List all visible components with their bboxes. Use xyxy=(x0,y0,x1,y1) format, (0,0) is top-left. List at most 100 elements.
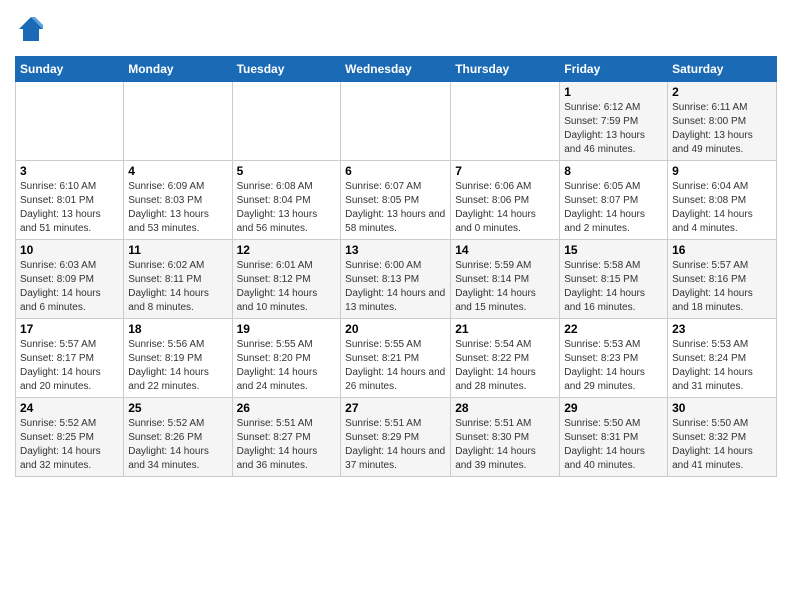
day-info: Sunrise: 6:03 AM Sunset: 8:09 PM Dayligh… xyxy=(20,259,119,315)
calendar-cell: 3 Sunrise: 6:10 AM Sunset: 8:01 PM Daylig… xyxy=(16,160,124,239)
day-number: 7 xyxy=(455,164,555,178)
calendar-cell xyxy=(451,81,560,160)
calendar-cell: 4 Sunrise: 6:09 AM Sunset: 8:03 PM Daylig… xyxy=(124,160,232,239)
day-number: 10 xyxy=(20,243,119,257)
calendar-cell: 9 Sunrise: 6:04 AM Sunset: 8:08 PM Daylig… xyxy=(668,160,777,239)
day-number: 13 xyxy=(345,243,446,257)
day-number: 12 xyxy=(237,243,337,257)
day-number: 20 xyxy=(345,322,446,336)
day-info: Sunrise: 5:52 AM Sunset: 8:25 PM Dayligh… xyxy=(20,417,119,473)
day-number: 19 xyxy=(237,322,337,336)
calendar-cell: 29 Sunrise: 5:50 AM Sunset: 8:31 PM Dayli… xyxy=(560,397,668,476)
day-info: Sunrise: 6:05 AM Sunset: 8:07 PM Dayligh… xyxy=(564,180,663,236)
calendar-week-row: 17 Sunrise: 5:57 AM Sunset: 8:17 PM Dayli… xyxy=(16,318,777,397)
day-number: 6 xyxy=(345,164,446,178)
day-number: 14 xyxy=(455,243,555,257)
day-info: Sunrise: 5:56 AM Sunset: 8:19 PM Dayligh… xyxy=(128,338,227,394)
calendar-cell: 30Sunrise: 5:50 AM Sunset: 8:32 PM Dayli… xyxy=(668,397,777,476)
calendar-cell: 1 Sunrise: 6:12 AM Sunset: 7:59 PM Daylig… xyxy=(560,81,668,160)
calendar-week-row: 10 Sunrise: 6:03 AM Sunset: 8:09 PM Dayli… xyxy=(16,239,777,318)
calendar-cell: 28 Sunrise: 5:51 AM Sunset: 8:30 PM Dayli… xyxy=(451,397,560,476)
day-info: Sunrise: 6:06 AM Sunset: 8:06 PM Dayligh… xyxy=(455,180,555,236)
day-number: 23 xyxy=(672,322,772,336)
day-number: 4 xyxy=(128,164,227,178)
day-info: Sunrise: 5:51 AM Sunset: 8:30 PM Dayligh… xyxy=(455,417,555,473)
weekday-header: Tuesday xyxy=(232,56,341,81)
calendar-cell xyxy=(341,81,451,160)
day-number: 8 xyxy=(564,164,663,178)
page: SundayMondayTuesdayWednesdayThursdayFrid… xyxy=(0,0,792,487)
calendar-table: SundayMondayTuesdayWednesdayThursdayFrid… xyxy=(15,56,777,477)
calendar-header-row: SundayMondayTuesdayWednesdayThursdayFrid… xyxy=(16,56,777,81)
day-number: 5 xyxy=(237,164,337,178)
day-number: 17 xyxy=(20,322,119,336)
day-info: Sunrise: 5:50 AM Sunset: 8:31 PM Dayligh… xyxy=(564,417,663,473)
day-number: 2 xyxy=(672,85,772,99)
weekday-header: Wednesday xyxy=(341,56,451,81)
calendar-week-row: 24 Sunrise: 5:52 AM Sunset: 8:25 PM Dayli… xyxy=(16,397,777,476)
calendar-cell: 15Sunrise: 5:58 AM Sunset: 8:15 PM Dayli… xyxy=(560,239,668,318)
header xyxy=(15,10,777,48)
logo-icon xyxy=(17,15,45,43)
weekday-header: Friday xyxy=(560,56,668,81)
day-number: 9 xyxy=(672,164,772,178)
day-info: Sunrise: 6:01 AM Sunset: 8:12 PM Dayligh… xyxy=(237,259,337,315)
day-info: Sunrise: 5:55 AM Sunset: 8:20 PM Dayligh… xyxy=(237,338,337,394)
day-info: Sunrise: 5:59 AM Sunset: 8:14 PM Dayligh… xyxy=(455,259,555,315)
weekday-header: Monday xyxy=(124,56,232,81)
day-info: Sunrise: 6:04 AM Sunset: 8:08 PM Dayligh… xyxy=(672,180,772,236)
day-info: Sunrise: 6:00 AM Sunset: 8:13 PM Dayligh… xyxy=(345,259,446,315)
day-info: Sunrise: 5:53 AM Sunset: 8:24 PM Dayligh… xyxy=(672,338,772,394)
calendar-week-row: 3 Sunrise: 6:10 AM Sunset: 8:01 PM Daylig… xyxy=(16,160,777,239)
day-info: Sunrise: 6:09 AM Sunset: 8:03 PM Dayligh… xyxy=(128,180,227,236)
calendar-cell: 13 Sunrise: 6:00 AM Sunset: 8:13 PM Dayli… xyxy=(341,239,451,318)
calendar-cell: 19 Sunrise: 5:55 AM Sunset: 8:20 PM Dayli… xyxy=(232,318,341,397)
day-info: Sunrise: 5:55 AM Sunset: 8:21 PM Dayligh… xyxy=(345,338,446,394)
calendar-cell: 11 Sunrise: 6:02 AM Sunset: 8:11 PM Dayli… xyxy=(124,239,232,318)
day-info: Sunrise: 6:08 AM Sunset: 8:04 PM Dayligh… xyxy=(237,180,337,236)
calendar-cell: 21 Sunrise: 5:54 AM Sunset: 8:22 PM Dayli… xyxy=(451,318,560,397)
day-info: Sunrise: 6:11 AM Sunset: 8:00 PM Dayligh… xyxy=(672,101,772,157)
day-number: 18 xyxy=(128,322,227,336)
calendar-cell: 17 Sunrise: 5:57 AM Sunset: 8:17 PM Dayli… xyxy=(16,318,124,397)
day-number: 29 xyxy=(564,401,663,415)
day-info: Sunrise: 6:12 AM Sunset: 7:59 PM Dayligh… xyxy=(564,101,663,157)
weekday-header: Sunday xyxy=(16,56,124,81)
calendar-cell: 24 Sunrise: 5:52 AM Sunset: 8:25 PM Dayli… xyxy=(16,397,124,476)
calendar-cell xyxy=(124,81,232,160)
day-info: Sunrise: 6:10 AM Sunset: 8:01 PM Dayligh… xyxy=(20,180,119,236)
day-number: 1 xyxy=(564,85,663,99)
calendar-cell: 23 Sunrise: 5:53 AM Sunset: 8:24 PM Dayli… xyxy=(668,318,777,397)
calendar-cell: 25Sunrise: 5:52 AM Sunset: 8:26 PM Dayli… xyxy=(124,397,232,476)
day-number: 24 xyxy=(20,401,119,415)
weekday-header: Thursday xyxy=(451,56,560,81)
calendar-cell xyxy=(16,81,124,160)
day-number: 28 xyxy=(455,401,555,415)
day-number: 3 xyxy=(20,164,119,178)
logo xyxy=(15,15,45,48)
calendar-cell: 2 Sunrise: 6:11 AM Sunset: 8:00 PM Daylig… xyxy=(668,81,777,160)
calendar-cell: 8 Sunrise: 6:05 AM Sunset: 8:07 PM Daylig… xyxy=(560,160,668,239)
calendar-cell: 14 Sunrise: 5:59 AM Sunset: 8:14 PM Dayli… xyxy=(451,239,560,318)
calendar-cell: 10 Sunrise: 6:03 AM Sunset: 8:09 PM Dayli… xyxy=(16,239,124,318)
calendar-week-row: 1 Sunrise: 6:12 AM Sunset: 7:59 PM Daylig… xyxy=(16,81,777,160)
calendar-cell: 6 Sunrise: 6:07 AM Sunset: 8:05 PM Daylig… xyxy=(341,160,451,239)
day-number: 22 xyxy=(564,322,663,336)
day-info: Sunrise: 5:57 AM Sunset: 8:17 PM Dayligh… xyxy=(20,338,119,394)
day-info: Sunrise: 6:02 AM Sunset: 8:11 PM Dayligh… xyxy=(128,259,227,315)
day-number: 25 xyxy=(128,401,227,415)
weekday-header: Saturday xyxy=(668,56,777,81)
day-number: 27 xyxy=(345,401,446,415)
calendar-cell: 12 Sunrise: 6:01 AM Sunset: 8:12 PM Dayli… xyxy=(232,239,341,318)
day-number: 11 xyxy=(128,243,227,257)
calendar-cell: 22 Sunrise: 5:53 AM Sunset: 8:23 PM Dayli… xyxy=(560,318,668,397)
day-info: Sunrise: 6:07 AM Sunset: 8:05 PM Dayligh… xyxy=(345,180,446,236)
calendar-cell xyxy=(232,81,341,160)
day-number: 26 xyxy=(237,401,337,415)
day-number: 30 xyxy=(672,401,772,415)
day-info: Sunrise: 5:53 AM Sunset: 8:23 PM Dayligh… xyxy=(564,338,663,394)
day-info: Sunrise: 5:51 AM Sunset: 8:27 PM Dayligh… xyxy=(237,417,337,473)
day-number: 21 xyxy=(455,322,555,336)
day-info: Sunrise: 5:54 AM Sunset: 8:22 PM Dayligh… xyxy=(455,338,555,394)
calendar-cell: 18 Sunrise: 5:56 AM Sunset: 8:19 PM Dayli… xyxy=(124,318,232,397)
